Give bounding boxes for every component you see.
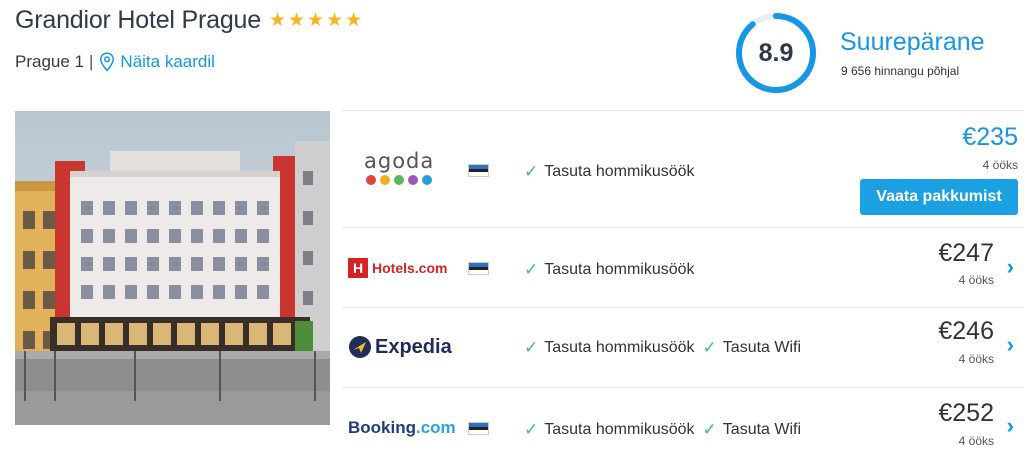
hotel-photo[interactable]: [15, 111, 330, 425]
booking-logo-text: Booking: [348, 418, 416, 437]
expedia-globe-icon: [349, 336, 371, 358]
star-icon: ★: [345, 10, 363, 31]
offer-row-booking-com[interactable]: Booking.com ✓ Tasuta hommikusöök ✓ Tasut…: [342, 387, 1024, 459]
view-deal-button[interactable]: Vaata pakkumist: [860, 179, 1018, 215]
amenities-list: ✓ Tasuta hommikusöök ✓ Tasuta Wifi: [524, 338, 809, 358]
district-label: Prague 1: [15, 52, 84, 71]
agoda-dots-icon: [366, 175, 433, 185]
amenities-list: ✓ Tasuta hommikusöök ✓ Tasuta Wifi: [524, 420, 809, 440]
check-icon: ✓: [524, 338, 539, 357]
check-icon: ✓: [702, 420, 717, 439]
booking-logo-suffix: .com: [416, 418, 456, 437]
offer-row-expedia[interactable]: Expedia ✓ Tasuta hommikusöök ✓ Tasuta Wi…: [342, 307, 1024, 387]
offer-price: €246: [938, 317, 994, 345]
chevron-right-icon[interactable]: ›: [1007, 413, 1014, 439]
offer-nights: 4 ööks: [958, 434, 994, 448]
amenity-label: Tasuta Wifi: [722, 421, 802, 438]
amenity-label: Tasuta hommikusöök: [544, 163, 695, 180]
chevron-right-icon[interactable]: ›: [1007, 254, 1014, 280]
agoda-logo-text: agoda: [364, 149, 435, 173]
amenity-item: ✓ Tasuta hommikusöök: [524, 420, 695, 440]
star-icon: ★: [268, 10, 286, 31]
star-rating: ★ ★ ★ ★ ★: [269, 11, 362, 30]
amenities-list: ✓ Tasuta hommikusöök: [524, 260, 703, 280]
estonia-flag-icon: [468, 422, 489, 435]
amenity-item: ✓ Tasuta hommikusöök: [524, 338, 695, 358]
location-separator: |: [89, 52, 94, 71]
amenity-item: ✓ Tasuta Wifi: [703, 338, 802, 358]
review-count: 9 656 hinnangu põhjal: [841, 64, 960, 78]
offer-price: €247: [938, 239, 994, 267]
offer-nights: 4 ööks: [958, 352, 994, 366]
amenity-item: ✓ Tasuta hommikusöök: [524, 162, 695, 182]
star-icon: ★: [287, 10, 306, 31]
map-pin-icon: [100, 52, 115, 72]
amenity-label: Tasuta hommikusöök: [544, 339, 695, 356]
check-icon: ✓: [524, 260, 539, 279]
offer-nights: 4 ööks: [958, 273, 994, 287]
amenities-list: ✓ Tasuta hommikusöök: [524, 162, 703, 182]
amenity-label: Tasuta hommikusöök: [544, 261, 695, 278]
estonia-flag-icon: [468, 164, 489, 177]
chevron-right-icon[interactable]: ›: [1007, 332, 1014, 358]
amenity-item: ✓ Tasuta hommikusöök: [524, 260, 695, 280]
check-icon: ✓: [524, 162, 539, 181]
check-icon: ✓: [702, 338, 717, 357]
expedia-logo: Expedia: [348, 327, 452, 367]
map-link-label[interactable]: Näita kaardil: [120, 52, 215, 72]
offers-list: agoda ✓ Tasuta hommikusöök €235 4 ööks V…: [342, 110, 1024, 459]
hotel-location: Prague 1 | Näita kaardil: [15, 52, 215, 72]
show-on-map-link[interactable]: Näita kaardil: [99, 52, 215, 72]
estonia-flag-icon: [468, 262, 489, 275]
agoda-logo: agoda: [364, 149, 434, 189]
hotel-header: Grandior Hotel Prague ★ ★ ★ ★ ★: [15, 6, 362, 35]
amenity-label: Tasuta Wifi: [722, 339, 802, 356]
offer-price: €252: [938, 399, 994, 427]
star-icon: ★: [307, 10, 325, 31]
star-icon: ★: [326, 10, 344, 31]
amenity-item: ✓ Tasuta Wifi: [703, 420, 802, 440]
hotels-com-h-icon: H: [348, 258, 368, 278]
offer-price: €235: [962, 123, 1018, 151]
offer-row-hotels-com[interactable]: H Hotels.com ✓ Tasuta hommikusöök €247 4…: [342, 227, 1024, 307]
offer-nights: 4 ööks: [982, 158, 1018, 172]
expedia-logo-text: Expedia: [375, 335, 452, 358]
hotel-name: Grandior Hotel Prague: [15, 6, 261, 34]
rating-label: Suurepärane: [840, 28, 985, 56]
hotel-building-image: [15, 111, 330, 425]
booking-com-logo: Booking.com: [348, 408, 456, 448]
amenity-label: Tasuta hommikusöök: [544, 421, 695, 438]
check-icon: ✓: [524, 420, 539, 439]
offer-row-agoda[interactable]: agoda ✓ Tasuta hommikusöök €235 4 ööks V…: [342, 110, 1024, 227]
hotels-com-logo-text: Hotels.com: [372, 260, 448, 276]
hotels-com-logo: H Hotels.com: [348, 248, 447, 288]
rating-score: 8.9: [758, 38, 794, 67]
